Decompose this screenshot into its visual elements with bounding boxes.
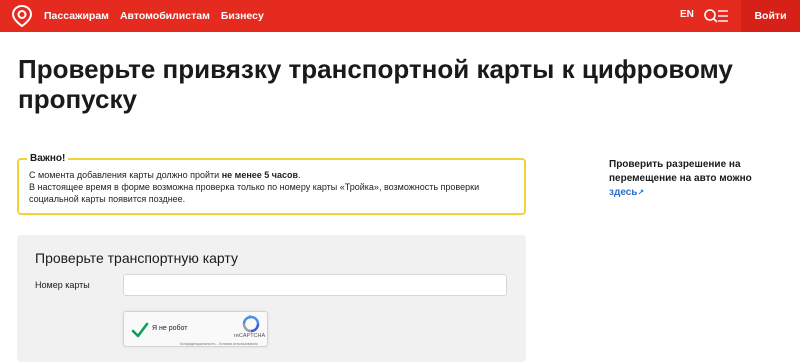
nav-business-link[interactable]: Бизнесу: [221, 10, 264, 22]
card-check-form: Проверьте транспортную карту Номер карты…: [17, 235, 526, 362]
main-nav: Пассажирам Автомобилистам Бизнесу: [44, 0, 264, 32]
car-permit-text: Проверить разрешение на перемещение на а…: [609, 159, 752, 184]
important-notice: Важно! С момента добавления карты должно…: [17, 153, 526, 215]
external-link-icon: ↗: [637, 188, 645, 197]
nav-passengers-link[interactable]: Пассажирам: [44, 10, 109, 22]
notice-title: Важно!: [27, 153, 69, 164]
car-permit-link[interactable]: здесь: [609, 187, 637, 198]
card-number-label: Номер карты: [35, 280, 90, 290]
notice-text: С момента добавления карты должно пройти…: [29, 169, 524, 205]
notice-line-2: В настоящее время в форме возможна прове…: [29, 182, 480, 204]
notice-line-1-suffix: .: [298, 170, 301, 180]
checkmark-icon[interactable]: [131, 321, 149, 339]
metro-logo-icon[interactable]: [12, 5, 32, 27]
captcha-label: Я не робот: [152, 325, 188, 332]
recaptcha-logo-icon: [242, 315, 260, 333]
page-title: Проверьте привязку транспортной карты к …: [18, 54, 733, 114]
language-switch[interactable]: EN: [680, 9, 694, 20]
login-button[interactable]: Войти: [741, 0, 800, 32]
recaptcha-widget: Я не робот reCAPTCHA Конфиденциальность …: [123, 311, 268, 347]
notice-line-1-prefix: С момента добавления карты должно пройти: [29, 170, 222, 180]
search-menu-icon[interactable]: [703, 7, 729, 25]
form-title: Проверьте транспортную карту: [35, 250, 238, 266]
captcha-links[interactable]: Конфиденциальность - Условия использован…: [180, 342, 257, 346]
notice-line-1: С момента добавления карты должно пройти…: [29, 169, 524, 181]
nav-motorists-link[interactable]: Автомобилистам: [120, 10, 210, 22]
car-permit-info: Проверить разрешение на перемещение на а…: [609, 158, 779, 200]
top-navigation-bar: Пассажирам Автомобилистам Бизнесу EN Вой…: [0, 0, 800, 32]
captcha-brand: reCAPTCHA: [234, 333, 266, 339]
notice-line-1-bold: не менее 5 часов: [221, 170, 299, 180]
card-number-input[interactable]: [123, 274, 507, 296]
